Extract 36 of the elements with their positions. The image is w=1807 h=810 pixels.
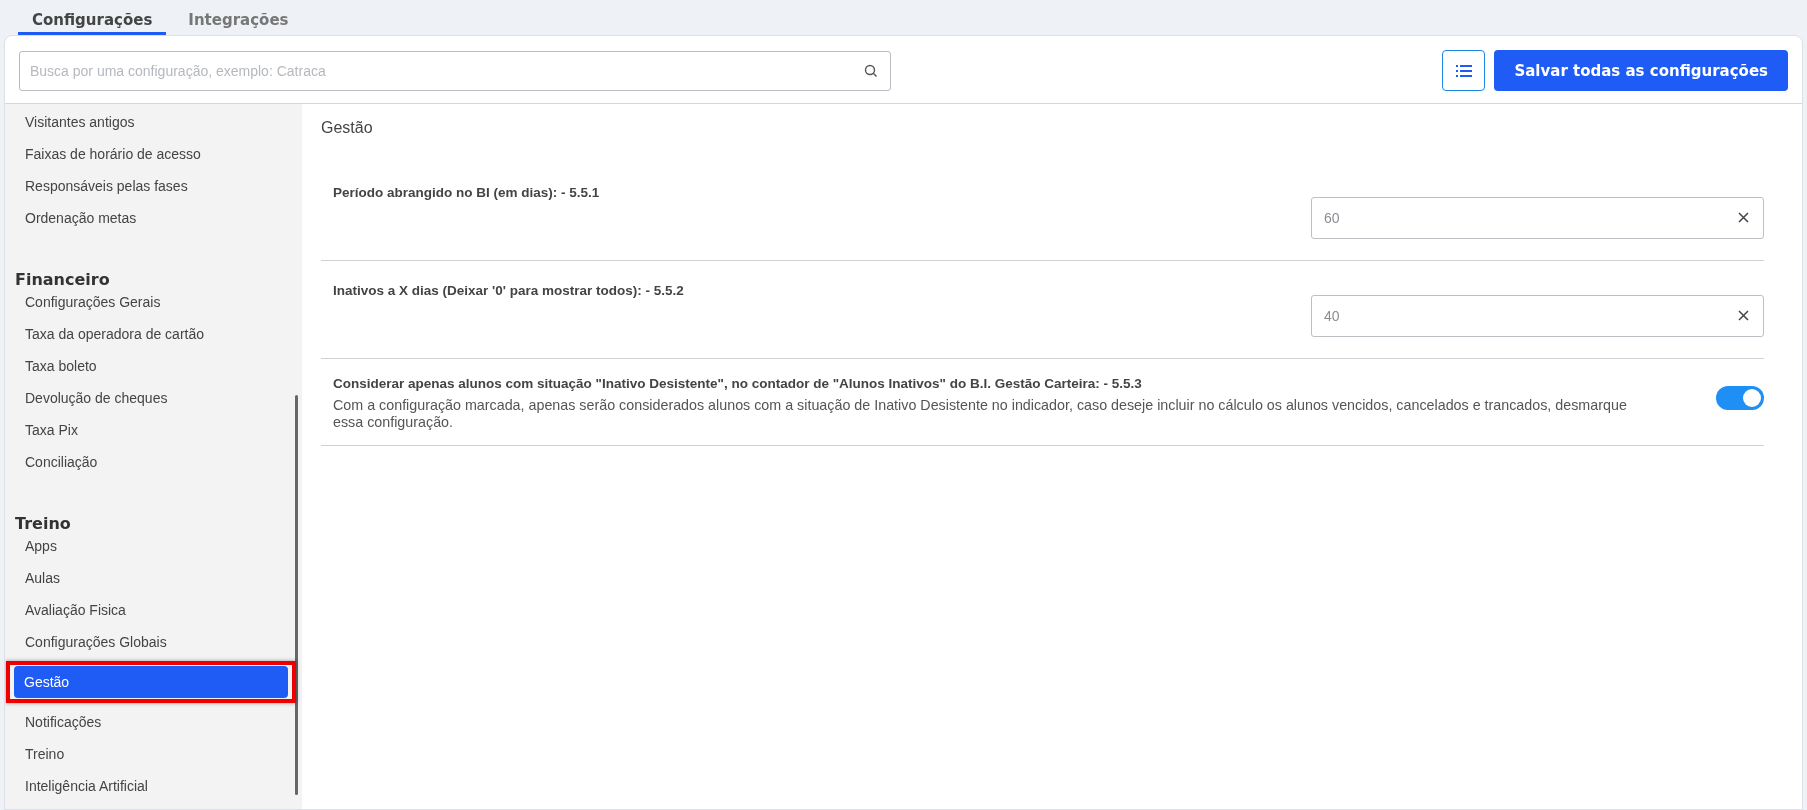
sidebar-item[interactable]: Visitantes antigos xyxy=(10,106,288,138)
sidebar-item[interactable]: Ordenação metas xyxy=(10,202,288,234)
sidebar-item[interactable]: Conciliação xyxy=(10,446,288,478)
setting-label: Inativos a X dias (Deixar '0' para mostrar todos): - 5.5.2 xyxy=(333,282,684,298)
sidebar-item[interactable]: Avaliação Fisica xyxy=(10,594,288,626)
sidebar-item[interactable]: Faixas de horário de acesso xyxy=(10,138,288,170)
list-icon xyxy=(1455,64,1472,77)
section-heading: Treino xyxy=(14,513,72,530)
clear-icon[interactable] xyxy=(1738,212,1749,223)
sidebar-item[interactable]: Taxa da operadora de cartão xyxy=(10,318,288,350)
sidebar-item[interactable]: Apps xyxy=(10,530,288,562)
input-field[interactable]: 60 xyxy=(1311,197,1764,239)
setting-label: Considerar apenas alunos com situação "Inativo Desistente", no contador de "Alunos Inativos" do B.I. Gestão Carteira: - 5.5.3 xyxy=(333,376,1143,391)
sidebar-item[interactable]: Aulas xyxy=(10,562,288,594)
tab[interactable]: Integrações xyxy=(174,0,303,35)
save-all-button[interactable]: Salvar todas as configurações xyxy=(1494,50,1788,91)
sidebar-item[interactable]: Notificações xyxy=(10,706,288,738)
toggle-switch[interactable] xyxy=(1716,386,1764,410)
setting-description: Com a configuração marcada, apenas serão considerados alunos com a situação de Inativo Desistente no indicador, caso deseje incluir no cálculo os alunos vencidos, cancelados e trancados, desmarque essa configuração. xyxy=(333,397,1628,431)
sidebar-item[interactable]: Taxa boleto xyxy=(10,350,288,382)
sidebar-item[interactable]: Taxa Pix xyxy=(10,414,288,446)
sidebar-item[interactable]: Devolução de cheques xyxy=(10,382,288,414)
section-heading: Financeiro xyxy=(14,269,111,286)
sidebar-item[interactable]: Gestão xyxy=(14,666,288,698)
setting-label: Período abrangido no BI (em dias): - 5.5.1 xyxy=(333,184,600,200)
sidebar-item[interactable]: Configurações Globais xyxy=(10,626,288,658)
sidebar-item[interactable]: Treino xyxy=(10,738,288,770)
clear-icon[interactable] xyxy=(1738,310,1749,321)
section-title: Gestão xyxy=(321,118,374,138)
search-field[interactable]: Busca por uma configuração, exemplo: Catraca xyxy=(19,50,891,91)
search-icon xyxy=(864,63,878,78)
sidebar-item[interactable]: Inteligência Artificial xyxy=(10,770,288,802)
scrollbar[interactable] xyxy=(295,395,298,795)
sidebar-item[interactable]: Responsáveis pelas fases xyxy=(10,170,288,202)
sidebar-item[interactable]: Configurações Gerais xyxy=(10,286,288,318)
list-view-button[interactable] xyxy=(1442,50,1486,91)
